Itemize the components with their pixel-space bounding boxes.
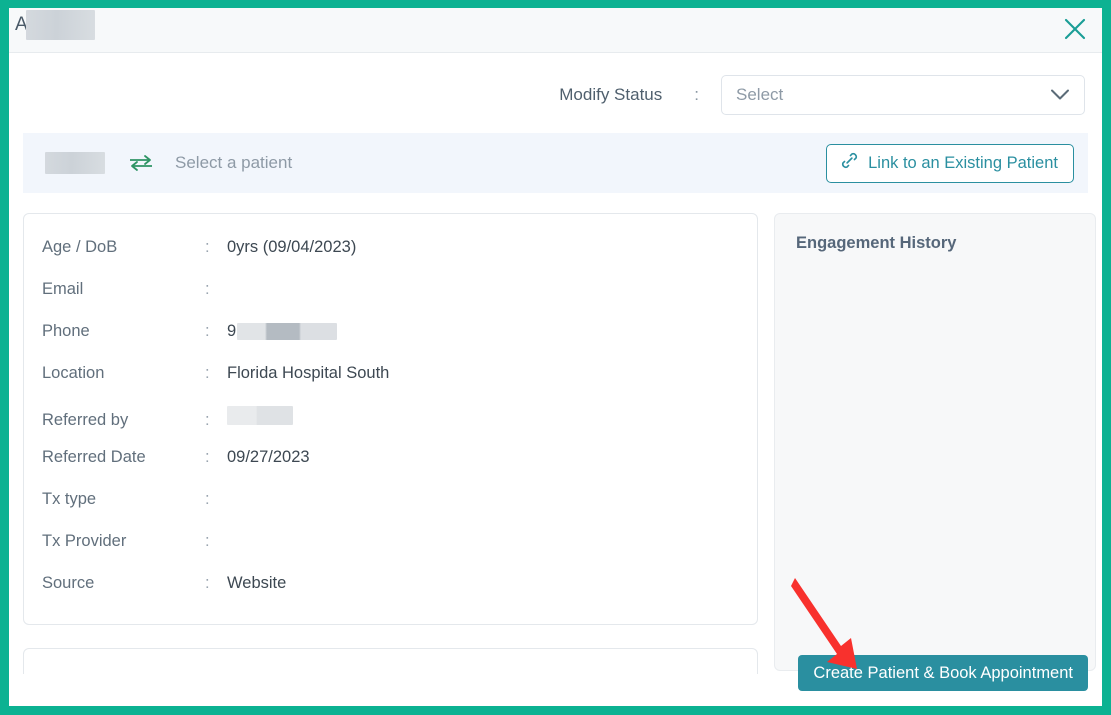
detail-label: Location: [42, 364, 105, 382]
detail-row-location: Location : Florida Hospital South: [24, 364, 757, 406]
detail-label: Tx Provider: [42, 532, 127, 550]
detail-separator: :: [205, 532, 210, 550]
detail-row-phone: Phone : 9: [24, 322, 757, 364]
detail-separator: :: [205, 411, 210, 429]
create-patient-and-book-appointment-button[interactable]: Create Patient & Book Appointment: [798, 655, 1088, 691]
detail-value-referred-date: 09/27/2023: [227, 448, 310, 466]
detail-value-age-dob: 0yrs (09/04/2023): [227, 238, 357, 256]
modal-header: A: [9, 8, 1102, 53]
link-chain-icon: [840, 151, 859, 175]
detail-separator: :: [205, 448, 210, 466]
redacted-title: [25, 10, 95, 40]
detail-value-referred-by: [227, 406, 293, 425]
exchange-arrows-icon[interactable]: [129, 154, 153, 172]
detail-separator: :: [205, 574, 210, 592]
modify-status-separator: :: [694, 85, 699, 104]
link-to-existing-patient-button[interactable]: Link to an Existing Patient: [826, 143, 1074, 183]
detail-label: Tx type: [42, 490, 97, 508]
modify-status-row: Modify Status : Select: [9, 62, 1102, 128]
detail-label: Referred by: [42, 411, 129, 429]
detail-label: Phone: [42, 322, 90, 340]
detail-row-tx-provider: Tx Provider :: [24, 532, 757, 574]
detail-label: Source: [42, 574, 95, 592]
modal-dialog: A Modify Status : Select Select a patien…: [9, 8, 1102, 706]
patient-link-bar: Select a patient Link to an Existing Pat…: [23, 133, 1088, 193]
modify-status-select[interactable]: Select: [721, 75, 1085, 115]
detail-row-referred-by: Referred by :: [24, 406, 757, 448]
teal-frame: A Modify Status : Select Select a patien…: [0, 0, 1111, 715]
detail-value-phone: 9: [227, 322, 338, 341]
chevron-down-icon: [1050, 89, 1070, 102]
modify-status-select-value: Select: [736, 85, 784, 104]
detail-separator: :: [205, 238, 210, 256]
detail-value-phone-text: 9: [227, 322, 237, 340]
engagement-history-title: Engagement History: [796, 234, 957, 252]
link-to-existing-patient-label: Link to an Existing Patient: [868, 153, 1058, 172]
detail-row-referred-date: Referred Date : 09/27/2023: [24, 448, 757, 490]
detail-label: Referred Date: [42, 448, 146, 466]
page-title: A: [15, 10, 95, 40]
select-patient-placeholder[interactable]: Select a patient: [175, 153, 292, 173]
close-icon[interactable]: [1059, 13, 1091, 45]
engagement-history-panel: Engagement History: [774, 213, 1096, 671]
modify-status-label: Modify Status: [559, 85, 663, 104]
detail-row-tx-type: Tx type :: [24, 490, 757, 532]
detail-row-email: Email :: [24, 280, 757, 322]
detail-separator: :: [205, 280, 210, 298]
detail-label: Age / DoB: [42, 238, 118, 256]
detail-separator: :: [205, 364, 210, 382]
detail-value-location: Florida Hospital South: [227, 364, 390, 382]
detail-value-source: Website: [227, 574, 287, 592]
redacted-referred-by: [227, 406, 293, 425]
referral-details-card: Age / DoB : 0yrs (09/04/2023) Email : Ph…: [23, 213, 758, 625]
detail-row-source: Source : Website: [24, 574, 757, 616]
detail-separator: :: [205, 322, 210, 340]
redacted-patient-name: [45, 152, 105, 174]
redacted-phone: [237, 323, 338, 340]
detail-row-age-dob: Age / DoB : 0yrs (09/04/2023): [24, 238, 757, 280]
detail-separator: :: [205, 490, 210, 508]
detail-label: Email: [42, 280, 84, 298]
